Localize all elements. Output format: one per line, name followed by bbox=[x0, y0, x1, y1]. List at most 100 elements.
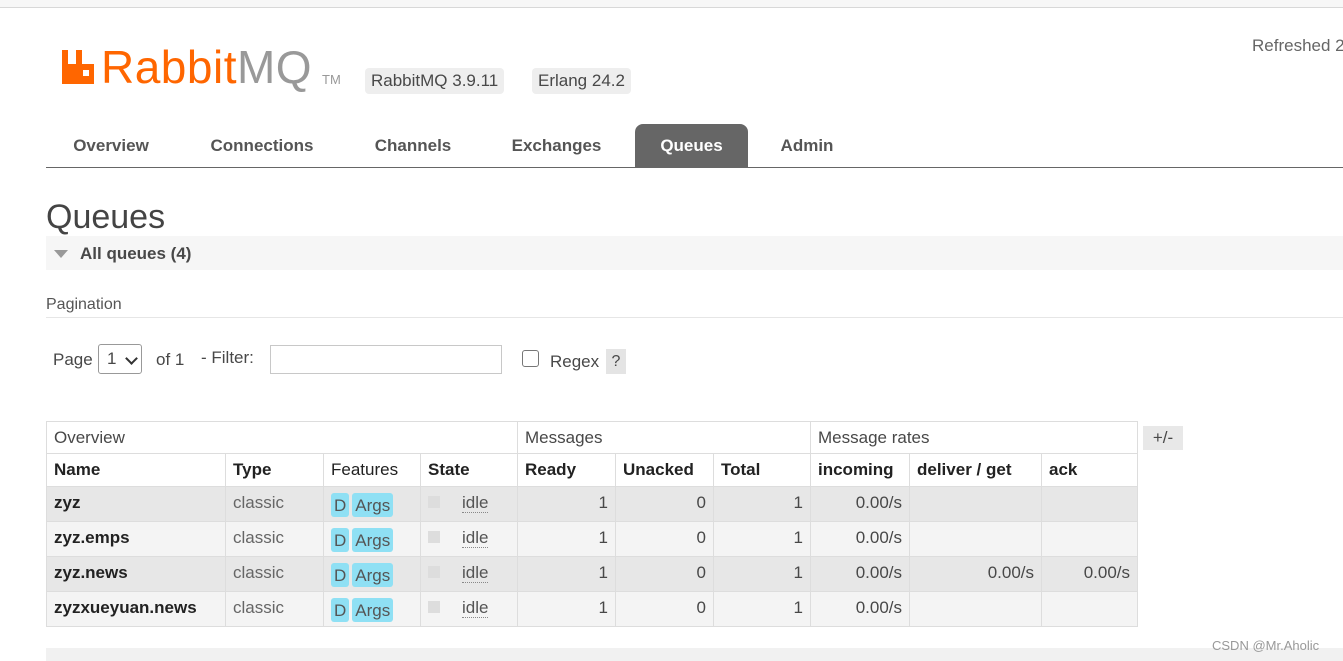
browser-top-edge bbox=[0, 0, 1343, 8]
queue-state: idle bbox=[420, 591, 518, 627]
unacked-count: 0 bbox=[615, 486, 714, 522]
state-text: idle bbox=[462, 563, 489, 583]
queue-type: classic bbox=[225, 521, 324, 557]
col-name[interactable]: Name bbox=[46, 453, 226, 487]
ack-rate: 0.00/s bbox=[1041, 556, 1138, 592]
deliver-get-rate bbox=[909, 521, 1042, 557]
state-indicator-icon bbox=[428, 531, 440, 543]
state-indicator-icon bbox=[428, 601, 440, 613]
ready-count: 1 bbox=[517, 486, 616, 522]
unacked-count: 0 bbox=[615, 521, 714, 557]
rabbit-logo-icon bbox=[62, 50, 94, 84]
ack-rate bbox=[1041, 486, 1138, 522]
incoming-rate: 0.00/s bbox=[810, 556, 910, 592]
col-incoming[interactable]: incoming bbox=[810, 453, 910, 487]
state-text: idle bbox=[462, 528, 489, 548]
queue-features: D Args bbox=[323, 521, 421, 557]
queue-features: D Args bbox=[323, 591, 421, 627]
unacked-count: 0 bbox=[615, 591, 714, 627]
regex-checkbox[interactable] bbox=[522, 350, 539, 367]
tab-connections[interactable]: Connections bbox=[186, 124, 338, 167]
total-count: 1 bbox=[713, 556, 811, 592]
state-text: idle bbox=[462, 493, 489, 513]
col-features: Features bbox=[323, 453, 421, 487]
regex-help-button[interactable]: ? bbox=[606, 349, 626, 374]
queue-features: D Args bbox=[323, 486, 421, 522]
args-badge: Args bbox=[352, 563, 394, 587]
filter-label: - Filter: bbox=[201, 348, 254, 367]
state-indicator-icon bbox=[428, 496, 440, 508]
col-state[interactable]: State bbox=[420, 453, 518, 487]
queue-name-link[interactable]: zyz bbox=[46, 486, 226, 522]
toggle-columns-button[interactable]: +/- bbox=[1143, 426, 1183, 450]
deliver-get-rate bbox=[909, 486, 1042, 522]
incoming-rate: 0.00/s bbox=[810, 521, 910, 557]
add-queue-section-header[interactable] bbox=[46, 648, 1343, 661]
total-count: 1 bbox=[713, 591, 811, 627]
queue-state: idle bbox=[420, 486, 518, 522]
total-count: 1 bbox=[713, 486, 811, 522]
durable-badge: D bbox=[331, 493, 350, 517]
incoming-rate: 0.00/s bbox=[810, 591, 910, 627]
col-total[interactable]: Total bbox=[713, 453, 811, 487]
col-ack[interactable]: ack bbox=[1041, 453, 1138, 487]
tab-queues[interactable]: Queues bbox=[635, 124, 748, 167]
filter-input[interactable] bbox=[270, 345, 502, 374]
collapse-triangle-icon bbox=[54, 250, 68, 258]
tab-overview[interactable]: Overview bbox=[46, 124, 176, 167]
deliver-get-rate bbox=[909, 591, 1042, 627]
table-row: zyz classic D Args idle 1 0 1 0.00/s bbox=[46, 486, 1138, 522]
ready-count: 1 bbox=[517, 556, 616, 592]
table-row: zyz.news classic D Args idle 1 0 1 0.00/s 0.00/s 0… bbox=[46, 556, 1138, 592]
ack-rate bbox=[1041, 521, 1138, 557]
rabbitmq-version-badge: RabbitMQ 3.9.11 bbox=[365, 68, 505, 94]
tab-channels[interactable]: Channels bbox=[351, 124, 475, 167]
tab-exchanges[interactable]: Exchanges bbox=[488, 124, 625, 167]
logo-mq-text: MQ bbox=[236, 41, 313, 93]
args-badge: Args bbox=[352, 493, 394, 517]
logo-wordmark: RabbitMQ bbox=[101, 40, 312, 94]
queue-type: classic bbox=[225, 486, 324, 522]
queue-name-link[interactable]: zyz.emps bbox=[46, 521, 226, 557]
tab-admin[interactable]: Admin bbox=[758, 124, 856, 167]
queue-type: classic bbox=[225, 591, 324, 627]
durable-badge: D bbox=[331, 563, 350, 587]
ack-rate bbox=[1041, 591, 1138, 627]
table-row: zyzxueyuan.news classic D Args idle 1 0 1 0.00/s bbox=[46, 591, 1138, 627]
queue-state: idle bbox=[420, 521, 518, 557]
ready-count: 1 bbox=[517, 591, 616, 627]
page-count-label: of 1 bbox=[156, 350, 185, 369]
col-deliver-get[interactable]: deliver / get bbox=[909, 453, 1042, 487]
col-ready[interactable]: Ready bbox=[517, 453, 616, 487]
queue-type: classic bbox=[225, 556, 324, 592]
group-message-rates: Message rates bbox=[810, 421, 1138, 454]
regex-label: Regex bbox=[550, 352, 600, 371]
pagination-divider bbox=[46, 317, 1343, 318]
queue-state: idle bbox=[420, 556, 518, 592]
erlang-version-badge: Erlang 24.2 bbox=[532, 68, 631, 94]
refreshed-status[interactable]: Refreshed 2 bbox=[1252, 36, 1343, 56]
total-count: 1 bbox=[713, 521, 811, 557]
logo-rabbit-text: Rabbit bbox=[101, 41, 237, 93]
queue-features: D Args bbox=[323, 556, 421, 592]
all-queues-title: All queues (4) bbox=[80, 244, 192, 263]
queue-name-link[interactable]: zyzxueyuan.news bbox=[46, 591, 226, 627]
all-queues-section-header[interactable]: All queues (4) bbox=[46, 236, 1343, 270]
ready-count: 1 bbox=[517, 521, 616, 557]
page-select-value: 1 bbox=[107, 349, 117, 368]
queues-table: Overview Messages Message rates Name Typ… bbox=[46, 421, 1138, 627]
group-overview: Overview bbox=[46, 421, 518, 454]
state-indicator-icon bbox=[428, 566, 440, 578]
queue-name-link[interactable]: zyz.news bbox=[46, 556, 226, 592]
col-type[interactable]: Type bbox=[225, 453, 324, 487]
durable-badge: D bbox=[331, 598, 350, 622]
deliver-get-rate: 0.00/s bbox=[909, 556, 1042, 592]
col-unacked[interactable]: Unacked bbox=[615, 453, 714, 487]
args-badge: Args bbox=[352, 528, 394, 552]
page-label: Page bbox=[53, 350, 93, 369]
pagination-label: Pagination bbox=[46, 296, 122, 313]
page-title: Queues bbox=[46, 198, 166, 236]
chevron-down-icon bbox=[125, 352, 138, 365]
group-messages: Messages bbox=[517, 421, 811, 454]
page-select[interactable]: 1 bbox=[98, 344, 142, 374]
